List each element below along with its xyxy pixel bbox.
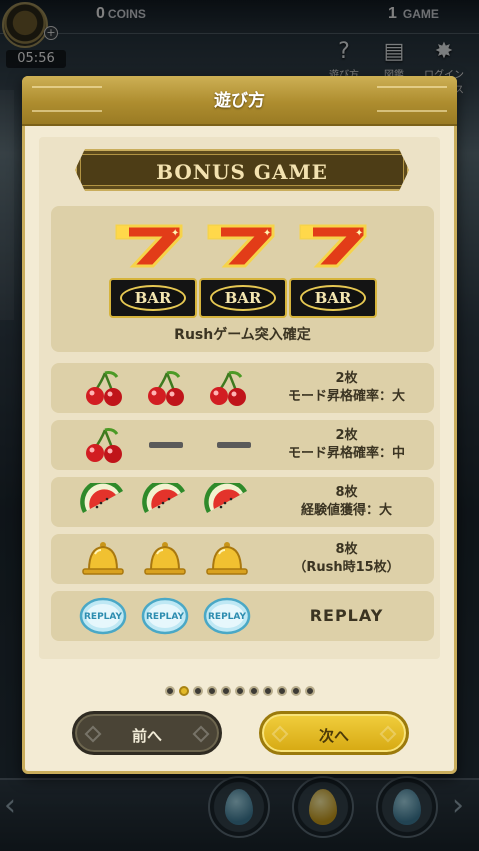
payout-info: 8枚 （Rush時15枚） xyxy=(259,534,434,584)
watermelon-icon xyxy=(142,483,185,513)
payout-amount: 2枚 xyxy=(335,371,358,386)
replay-icon: REPLAY xyxy=(79,597,127,635)
svg-text:✦: ✦ xyxy=(171,228,179,239)
bell-icon xyxy=(144,542,186,575)
page-dot[interactable] xyxy=(164,686,175,696)
any-symbol-dash xyxy=(149,442,183,448)
jackpot-row: ✦ ✦ ✦ BAR BAR BAR Rushゲーム突入確定 xyxy=(51,206,434,352)
bar-icon: BAR xyxy=(109,278,197,318)
bar-label: BAR xyxy=(210,285,276,311)
replay-symbol-text: REPLAY xyxy=(84,612,123,622)
paytable-row: 2枚 モード昇格確率：大 xyxy=(51,363,434,413)
prev-button[interactable]: 前へ xyxy=(72,711,222,755)
cherry-icon xyxy=(210,371,246,406)
page-dot[interactable] xyxy=(290,686,301,696)
how-to-play-modal: 遊び方 BONUS GAME ✦ ✦ ✦ BAR BAR BAR Rushゲーム… xyxy=(22,76,457,774)
page-dot[interactable] xyxy=(276,686,287,696)
page-indicator xyxy=(25,681,454,700)
modal-title: 遊び方 xyxy=(214,91,265,111)
payout-amount: 2枚 xyxy=(335,428,358,443)
paytable-row: 8枚 （Rush時15枚） xyxy=(51,534,434,584)
payout-effect: （Rush時15枚） xyxy=(293,560,400,575)
paytable-row: REPLAY REPLAY REPLAY REPLAY xyxy=(51,591,434,641)
next-button[interactable]: 次へ xyxy=(259,711,409,755)
cherry-icon xyxy=(86,428,122,463)
bar-label: BAR xyxy=(120,285,186,311)
payout-amount: REPLAY xyxy=(309,606,384,625)
cherry-icon xyxy=(86,371,122,406)
seven-icon: ✦ xyxy=(207,224,275,268)
payout-info: 8枚 経験値獲得：大 xyxy=(259,477,434,527)
page-dot[interactable] xyxy=(220,686,231,696)
payout-amount: 8枚 xyxy=(335,542,358,557)
modal-header: 遊び方 xyxy=(22,76,457,126)
prev-button-label: 前へ xyxy=(131,727,162,745)
any-symbol-dash xyxy=(217,442,251,448)
page-dot[interactable] xyxy=(192,686,203,696)
svg-text:✦: ✦ xyxy=(263,228,271,239)
seven-icon: ✦ xyxy=(299,224,367,268)
button-ornament xyxy=(84,725,102,743)
replay-icon: REPLAY xyxy=(203,597,251,635)
cherry-icon xyxy=(148,371,184,406)
bell-icon xyxy=(206,542,248,575)
page-dot[interactable] xyxy=(304,686,315,696)
payout-effect: モード昇格確率：中 xyxy=(287,446,405,461)
bar-icon: BAR xyxy=(199,278,287,318)
payout-info: REPLAY xyxy=(259,591,434,641)
page-dot[interactable] xyxy=(206,686,217,696)
button-ornament xyxy=(379,725,397,743)
watermelon-icon xyxy=(80,483,123,513)
paytable-row: 8枚 経験値獲得：大 xyxy=(51,477,434,527)
jackpot-description: Rushゲーム突入確定 xyxy=(174,327,311,343)
button-ornament xyxy=(192,725,210,743)
replay-icon: REPLAY xyxy=(141,597,189,635)
replay-symbol-text: REPLAY xyxy=(208,612,247,622)
bar-icon: BAR xyxy=(289,278,377,318)
section-title: BONUS GAME xyxy=(156,160,328,184)
section-banner: BONUS GAME xyxy=(75,149,409,191)
replay-symbol-text: REPLAY xyxy=(146,612,185,622)
button-ornament xyxy=(271,725,289,743)
payout-effect: モード昇格確率：大 xyxy=(287,389,405,404)
payout-info: 2枚 モード昇格確率：中 xyxy=(259,420,434,470)
bar-label: BAR xyxy=(300,285,366,311)
paytable-row: 2枚 モード昇格確率：中 xyxy=(51,420,434,470)
page-dot[interactable] xyxy=(262,686,273,696)
page-dot[interactable] xyxy=(248,686,259,696)
payout-effect: 経験値獲得：大 xyxy=(300,503,392,518)
svg-text:✦: ✦ xyxy=(355,228,363,239)
bell-icon xyxy=(82,542,124,575)
payout-amount: 8枚 xyxy=(335,485,358,500)
watermelon-icon xyxy=(204,483,247,513)
page-dot[interactable] xyxy=(234,686,245,696)
next-button-label: 次へ xyxy=(318,727,349,745)
payout-info: 2枚 モード昇格確率：大 xyxy=(259,363,434,413)
seven-icon: ✦ xyxy=(115,224,183,268)
page-dot-active[interactable] xyxy=(178,686,189,696)
